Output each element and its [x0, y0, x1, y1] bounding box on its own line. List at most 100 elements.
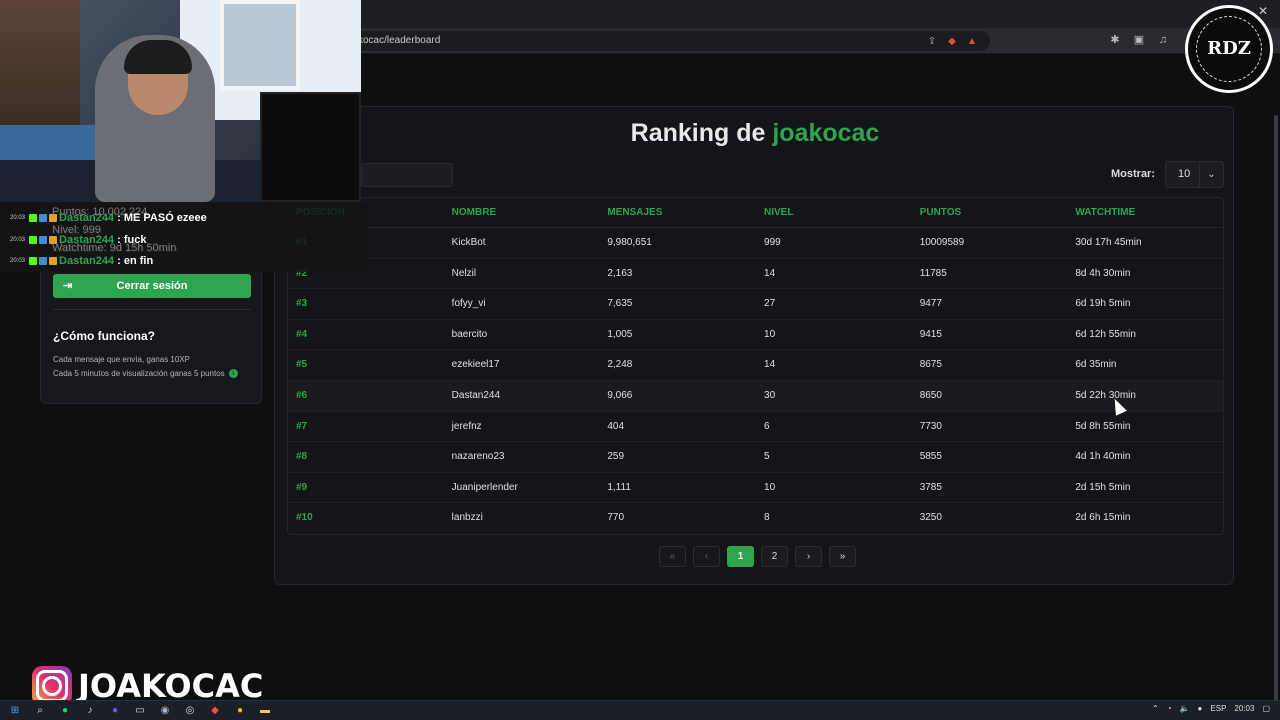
- close-icon[interactable]: ✕: [1258, 4, 1268, 18]
- table-row[interactable]: #3 fofyy_vi 7,635 27 9477 6d 19h 5min: [288, 289, 1223, 320]
- crown-badge-icon: [49, 236, 58, 245]
- row-messages: 404: [607, 420, 625, 432]
- moderator-badge-icon: [39, 236, 48, 245]
- address-url: kocac/leaderboard: [358, 35, 441, 46]
- row-name: fofyy_vi: [451, 298, 486, 310]
- share-icon[interactable]: ⇪: [926, 36, 938, 48]
- next-page-button[interactable]: ›: [795, 546, 822, 567]
- table-row[interactable]: #8 nazareno23 259 5 5855 4d 1h 40min: [288, 442, 1223, 473]
- row-level: 6: [764, 420, 770, 432]
- tray-lang[interactable]: ESP: [1210, 704, 1226, 713]
- chat-username[interactable]: Dastan244: [59, 212, 114, 224]
- row-watchtime: 8d 4h 30min: [1075, 267, 1131, 279]
- chat-text: : fuck: [114, 234, 147, 246]
- table-row[interactable]: #4 baercito 1,005 10 9415 6d 12h 55min: [288, 320, 1223, 351]
- table-row[interactable]: #5 ezekieel17 2,248 14 8675 6d 35min: [288, 350, 1223, 381]
- chat-time: 20:03: [10, 215, 26, 222]
- col-name[interactable]: NOMBRE: [444, 198, 600, 227]
- chevron-up-icon[interactable]: ⌃: [1152, 704, 1159, 713]
- brave-rewards-icon[interactable]: ▲: [966, 36, 978, 48]
- how-it-works-line-2: Cada 5 minutos de visualización ganas 5 …: [53, 369, 238, 379]
- sidebar-icon[interactable]: ▣: [1132, 33, 1146, 47]
- col-messages[interactable]: MENSAJES: [599, 198, 756, 227]
- row-watchtime: 2d 6h 15min: [1075, 512, 1131, 524]
- tiktok-icon[interactable]: ♪: [83, 704, 97, 718]
- row-points: 11785: [919, 267, 947, 279]
- table-row[interactable]: #10 lanbzzi 770 8 3250 2d 6h 15min: [288, 503, 1223, 534]
- crown-badge-icon: [49, 257, 58, 266]
- col-points[interactable]: PUNTOS: [912, 198, 1068, 227]
- webcam-shelf: [0, 0, 80, 130]
- row-points: 9477: [919, 298, 942, 310]
- info-icon[interactable]: i: [228, 369, 238, 379]
- page-2-button[interactable]: 2: [761, 546, 788, 567]
- last-page-button[interactable]: »: [829, 546, 856, 567]
- notification-icon[interactable]: ▢: [1262, 704, 1270, 713]
- title-prefix: Ranking de: [630, 119, 773, 147]
- windows-start-icon[interactable]: ⊞: [8, 704, 22, 718]
- row-name: nazareno23: [451, 451, 505, 463]
- row-messages: 770: [607, 512, 625, 524]
- chat-time: 20:03: [10, 237, 26, 244]
- row-level: 14: [764, 267, 776, 279]
- table-row[interactable]: #2 Nelzil 2,163 14 11785 8d 4h 30min: [288, 259, 1223, 290]
- chat-message: 20:03 Dastan244 : fuck: [10, 234, 146, 246]
- brave-icon[interactable]: ◆: [208, 704, 222, 718]
- col-level[interactable]: NIVEL: [756, 198, 912, 227]
- network-icon[interactable]: ◔: [1167, 704, 1172, 713]
- search-icon[interactable]: ⌕: [33, 704, 47, 718]
- chat-username[interactable]: Dastan244: [59, 255, 114, 267]
- system-tray: ⌃ ◔ 🔈 ● ESP 20:03 ▢: [1152, 704, 1270, 713]
- tray-clock[interactable]: 20:03: [1234, 704, 1254, 713]
- brave-shield-icon[interactable]: ◆: [946, 36, 958, 48]
- row-messages: 2,163: [607, 267, 633, 279]
- whatsapp-icon[interactable]: ●: [58, 704, 72, 718]
- prev-page-button[interactable]: ‹: [693, 546, 720, 567]
- row-position: #10: [296, 512, 313, 524]
- row-position: #9: [296, 481, 308, 493]
- table-row[interactable]: #9 Juaniperlender 1,111 10 3785 2d 15h 5min: [288, 473, 1223, 504]
- chat-username[interactable]: Dastan244: [59, 234, 114, 246]
- table-row[interactable]: #1KickBot9,980,6519991000958930d 17h 45m…: [288, 228, 1223, 259]
- chat-overlay: Puntos: 10,002,224 Nivel: 999 Watchtime:…: [0, 202, 368, 272]
- row-watchtime: 4d 1h 40min: [1075, 451, 1131, 463]
- chrome-icon[interactable]: ●: [233, 704, 247, 718]
- row-name: lanbzzi: [451, 512, 483, 524]
- logout-button[interactable]: ⇥ Cerrar sesión: [53, 274, 251, 298]
- row-level: 14: [764, 359, 776, 371]
- search-input[interactable]: [361, 163, 453, 187]
- discord-icon[interactable]: ●: [108, 704, 122, 718]
- page-size-select[interactable]: 10 ⌄: [1165, 161, 1224, 188]
- obs-icon[interactable]: ◎: [183, 704, 197, 718]
- table-header: POSICION NOMBRE MENSAJES NIVEL PUNTOS WA…: [288, 198, 1223, 228]
- window-icon[interactable]: ▭: [133, 704, 147, 718]
- how-it-works-title: ¿Cómo funciona?: [53, 329, 155, 343]
- first-page-button[interactable]: «: [659, 546, 686, 567]
- logout-label: Cerrar sesión: [116, 280, 188, 292]
- table-row[interactable]: #7 jerefnz 404 6 7730 5d 8h 55min: [288, 412, 1223, 443]
- page-1-button[interactable]: 1: [727, 546, 754, 567]
- webcam-window: [220, 0, 300, 90]
- address-bar[interactable]: kocac/leaderboard ⇪ ◆ ▲: [300, 31, 990, 51]
- media-icon[interactable]: ♫: [1156, 33, 1170, 47]
- extensions-bar: ✱ ▣ ♫: [1108, 33, 1170, 47]
- row-watchtime: 6d 35min: [1075, 359, 1117, 371]
- steam-icon[interactable]: ◉: [158, 704, 172, 718]
- row-level: 27: [764, 298, 776, 310]
- row-watchtime: 5d 8h 55min: [1075, 420, 1131, 432]
- table-row[interactable]: #6 Dastan244 9,066 30 8650 5d 22h 30min: [288, 380, 1223, 412]
- row-name: Juaniperlender: [451, 481, 518, 493]
- col-watchtime[interactable]: WATCHTIME: [1067, 198, 1223, 227]
- row-points: 7730: [919, 420, 942, 432]
- volume-icon[interactable]: 🔈: [1180, 704, 1190, 713]
- screen: kocac/leaderboard ⇪ ◆ ▲ ✱ ▣ ♫ Puntos: 10…: [0, 0, 1280, 720]
- row-position: #3: [296, 298, 308, 310]
- folder-icon[interactable]: ▬: [258, 704, 272, 718]
- row-position: #5: [296, 359, 308, 371]
- extensions-icon[interactable]: ✱: [1108, 33, 1122, 47]
- page-scrollbar[interactable]: [1274, 115, 1278, 720]
- row-messages: 7,635: [607, 298, 633, 310]
- how-it-works-line-2-text: Cada 5 minutos de visualización ganas 5 …: [53, 369, 225, 378]
- mic-icon[interactable]: ●: [1198, 704, 1203, 713]
- row-points: 3785: [919, 481, 942, 493]
